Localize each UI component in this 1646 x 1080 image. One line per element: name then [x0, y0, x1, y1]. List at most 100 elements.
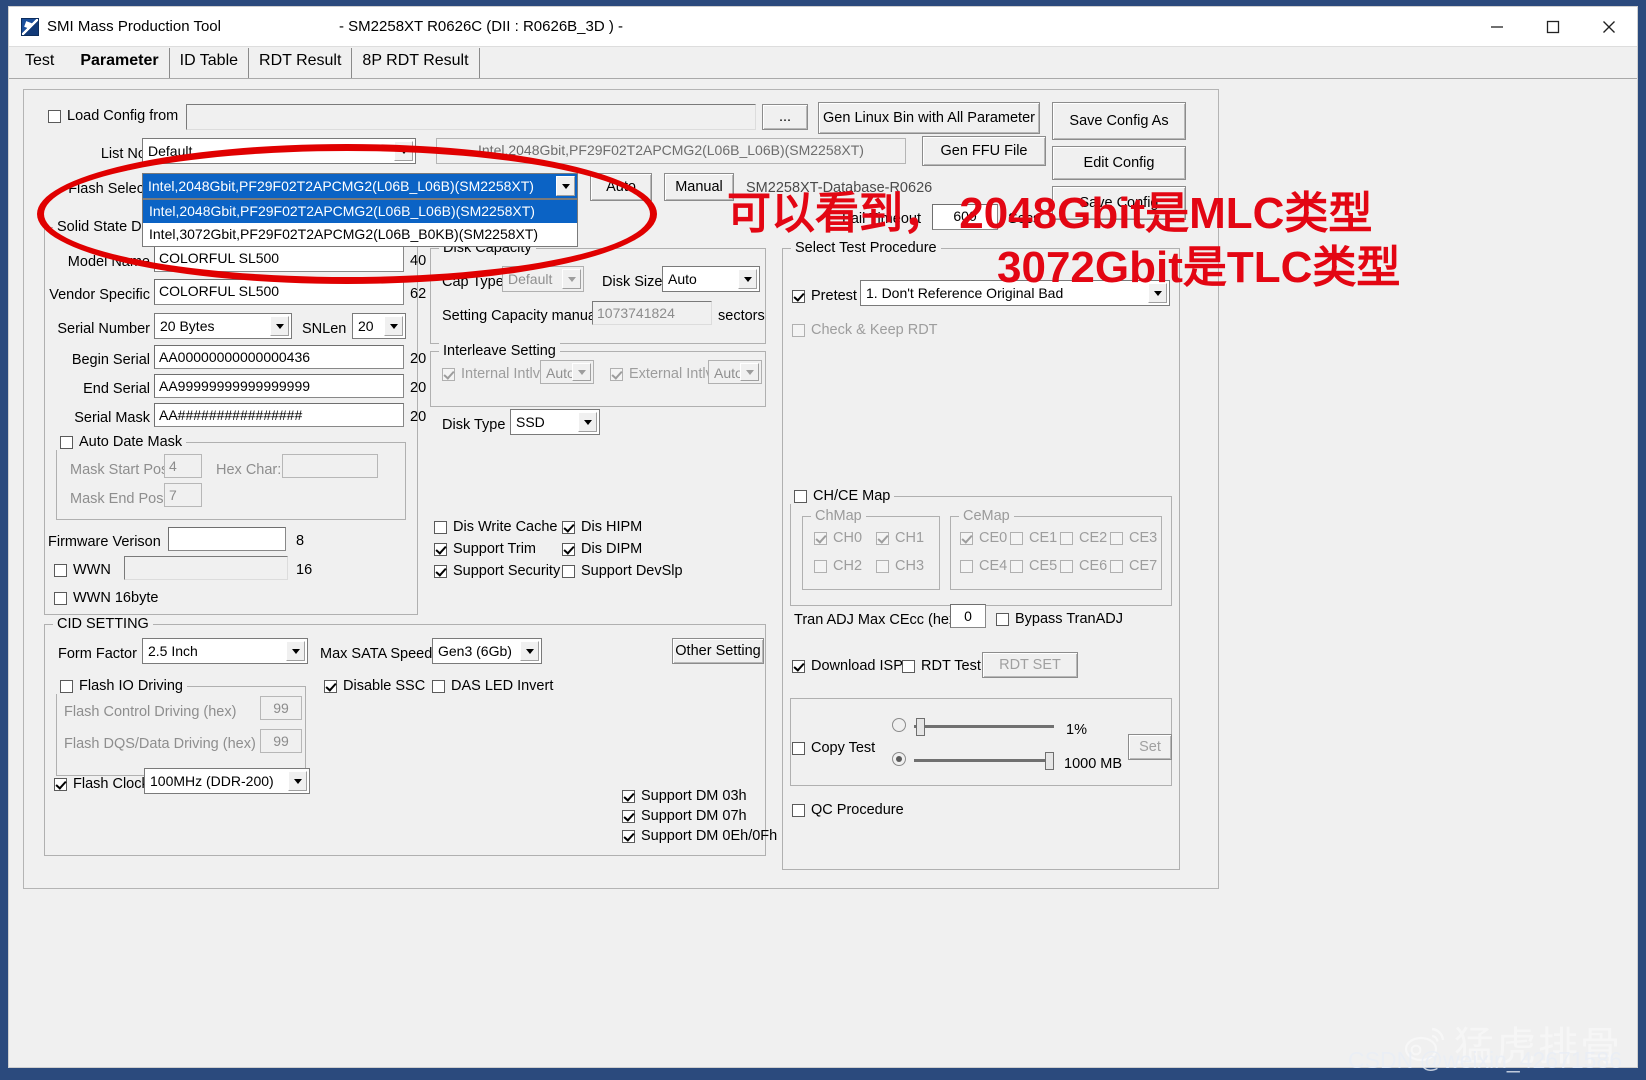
support-dm-03h-checkbox[interactable]: Support DM 03h: [622, 788, 747, 804]
form-factor-combo[interactable]: 2.5 Inch: [142, 638, 308, 664]
cemap-ce1-checkbox[interactable]: CE1: [1010, 530, 1057, 546]
auto-button[interactable]: Auto: [590, 173, 652, 201]
snlen-combo[interactable]: 20: [352, 313, 406, 339]
other-setting-button[interactable]: Other Setting: [672, 638, 764, 664]
copy-test-percent-slider-thumb[interactable]: [916, 718, 925, 736]
flash-select-chevron-down-icon[interactable]: [556, 176, 575, 196]
copy-test-percent-radio[interactable]: [892, 718, 906, 732]
copy-test-size-slider[interactable]: [914, 752, 1054, 770]
browse-button[interactable]: ...: [762, 104, 808, 130]
wwn-checkbox[interactable]: WWN: [54, 562, 111, 578]
flash-clock-chevron-down-icon[interactable]: [288, 771, 307, 791]
chmap-ch0-checkbox[interactable]: CH0: [814, 530, 862, 546]
chmap-ch1-checkbox[interactable]: CH1: [876, 530, 924, 546]
tab-rdt-result[interactable]: RDT Result: [249, 48, 353, 78]
serial-number-chevron-down-icon[interactable]: [270, 316, 289, 336]
wwn-16byte-checkbox[interactable]: WWN 16byte: [54, 590, 158, 606]
dis-write-cache-checkbox[interactable]: Dis Write Cache: [434, 519, 557, 535]
ch-ce-map-checkbox[interactable]: CH/CE Map: [790, 488, 895, 504]
tab-parameter[interactable]: Parameter: [70, 48, 170, 78]
tab-test[interactable]: Test: [19, 48, 70, 78]
tran-adj-input[interactable]: 0: [950, 604, 986, 628]
dropdown-option-0[interactable]: Intel,2048Gbit,PF29F02T2APCMG2(L06B_L06B…: [143, 200, 577, 223]
cemap-ce7-checkbox[interactable]: CE7: [1110, 558, 1157, 574]
chmap-ch2-checkbox[interactable]: CH2: [814, 558, 862, 574]
wwn-input[interactable]: [124, 556, 288, 580]
cemap-ce5-checkbox[interactable]: CE5: [1010, 558, 1057, 574]
flash-select-combo[interactable]: Intel,2048Gbit,PF29F02T2APCMG2(L06B_L06B…: [142, 173, 578, 199]
manual-button[interactable]: Manual: [664, 173, 734, 201]
external-intlv-chevron-down-icon[interactable]: [740, 363, 759, 381]
rdt-set-button[interactable]: RDT SET: [982, 652, 1078, 678]
chmap-ch3-checkbox[interactable]: CH3: [876, 558, 924, 574]
cemap-ce0-checkbox[interactable]: CE0: [960, 530, 1007, 546]
chevron-down-icon[interactable]: [394, 141, 413, 161]
serial-number-combo[interactable]: 20 Bytes: [154, 313, 292, 339]
cap-type-combo[interactable]: Default: [502, 266, 584, 292]
edit-config-button[interactable]: Edit Config: [1052, 146, 1186, 180]
load-config-path-input[interactable]: [186, 104, 756, 130]
dis-dipm-checkbox[interactable]: Dis DIPM: [562, 541, 642, 557]
internal-intlv-combo[interactable]: Auto: [540, 360, 594, 384]
disk-size-chevron-down-icon[interactable]: [738, 269, 757, 289]
firmware-version-input[interactable]: [168, 527, 286, 551]
load-config-checkbox[interactable]: Load Config from: [48, 108, 178, 124]
external-intlv-checkbox[interactable]: External Intlv: [610, 366, 713, 382]
flash-clock-checkbox[interactable]: Flash Clock: [54, 776, 149, 792]
setting-capacity-input[interactable]: 1073741824: [592, 301, 712, 325]
maximize-icon[interactable]: [1525, 7, 1581, 47]
close-icon[interactable]: [1581, 7, 1637, 47]
tab-id-table[interactable]: ID Table: [170, 48, 250, 78]
tab-8p-rdt-result[interactable]: 8P RDT Result: [352, 48, 480, 78]
dis-hipm-checkbox[interactable]: Dis HIPM: [562, 519, 642, 535]
disk-type-combo[interactable]: SSD: [510, 409, 600, 435]
gen-linux-bin-button[interactable]: Gen Linux Bin with All Parameter: [818, 102, 1040, 134]
dropdown-option-1[interactable]: Intel,3072Gbit,PF29F02T2APCMG2(L06B_B0KB…: [143, 223, 577, 246]
check-keep-rdt-checkbox[interactable]: Check & Keep RDT: [792, 322, 938, 338]
list-no-combo[interactable]: Default: [142, 138, 416, 164]
support-security-checkbox[interactable]: Support Security: [434, 563, 560, 579]
flash-io-driving-checkbox[interactable]: Flash IO Driving: [56, 678, 187, 694]
serial-mask-input[interactable]: AA################: [154, 403, 404, 427]
external-intlv-combo[interactable]: Auto: [708, 360, 762, 384]
model-name-input[interactable]: COLORFUL SL500: [154, 246, 404, 272]
copy-test-percent-slider[interactable]: [914, 718, 1054, 736]
gen-ffu-file-button[interactable]: Gen FFU File: [922, 136, 1046, 166]
max-sata-speed-combo[interactable]: Gen3 (6Gb): [432, 638, 542, 664]
vendor-specific-input[interactable]: COLORFUL SL500: [154, 279, 404, 305]
das-led-invert-checkbox[interactable]: DAS LED Invert: [432, 678, 553, 694]
minimize-icon[interactable]: [1469, 7, 1525, 47]
flash-control-driving-input[interactable]: 99: [260, 696, 302, 720]
disk-size-combo[interactable]: Auto: [662, 266, 760, 292]
snlen-chevron-down-icon[interactable]: [384, 316, 403, 336]
mask-start-pos-input[interactable]: 4: [164, 454, 202, 478]
hex-char-input[interactable]: [282, 454, 378, 478]
flash-dqs-driving-input[interactable]: 99: [260, 729, 302, 753]
auto-date-mask-checkbox[interactable]: Auto Date Mask: [56, 434, 187, 450]
cemap-ce4-checkbox[interactable]: CE4: [960, 558, 1007, 574]
download-isp-checkbox[interactable]: Download ISP: [792, 658, 903, 674]
flash-clock-combo[interactable]: 100MHz (DDR-200): [144, 768, 310, 794]
internal-intlv-checkbox[interactable]: Internal Intlv: [442, 366, 540, 382]
support-dm-07h-checkbox[interactable]: Support DM 07h: [622, 808, 747, 824]
cemap-ce6-checkbox[interactable]: CE6: [1060, 558, 1107, 574]
cap-type-chevron-down-icon[interactable]: [562, 269, 581, 289]
support-dm-0eh-0fh-checkbox[interactable]: Support DM 0Eh/0Fh: [622, 828, 777, 844]
save-config-as-button[interactable]: Save Config As: [1052, 102, 1186, 140]
max-sata-speed-chevron-down-icon[interactable]: [520, 641, 539, 661]
disk-type-chevron-down-icon[interactable]: [578, 412, 597, 432]
support-devslp-checkbox[interactable]: Support DevSlp: [562, 563, 683, 579]
internal-intlv-chevron-down-icon[interactable]: [572, 363, 591, 381]
copy-test-checkbox[interactable]: Copy Test: [792, 740, 875, 756]
bypass-tranadj-checkbox[interactable]: Bypass TranADJ: [996, 611, 1123, 627]
mask-end-pos-input[interactable]: 7: [164, 483, 202, 507]
form-factor-chevron-down-icon[interactable]: [286, 641, 305, 661]
copy-test-size-radio[interactable]: [892, 752, 906, 766]
cemap-ce3-checkbox[interactable]: CE3: [1110, 530, 1157, 546]
begin-serial-input[interactable]: AA00000000000000436: [154, 345, 404, 369]
rdt-test-checkbox[interactable]: RDT Test: [902, 658, 981, 674]
copy-test-set-button[interactable]: Set: [1128, 734, 1172, 760]
support-trim-checkbox[interactable]: Support Trim: [434, 541, 536, 557]
pretest-checkbox[interactable]: Pretest: [792, 288, 857, 304]
flash-select-dropdown-list[interactable]: Intel,2048Gbit,PF29F02T2APCMG2(L06B_L06B…: [142, 199, 578, 247]
